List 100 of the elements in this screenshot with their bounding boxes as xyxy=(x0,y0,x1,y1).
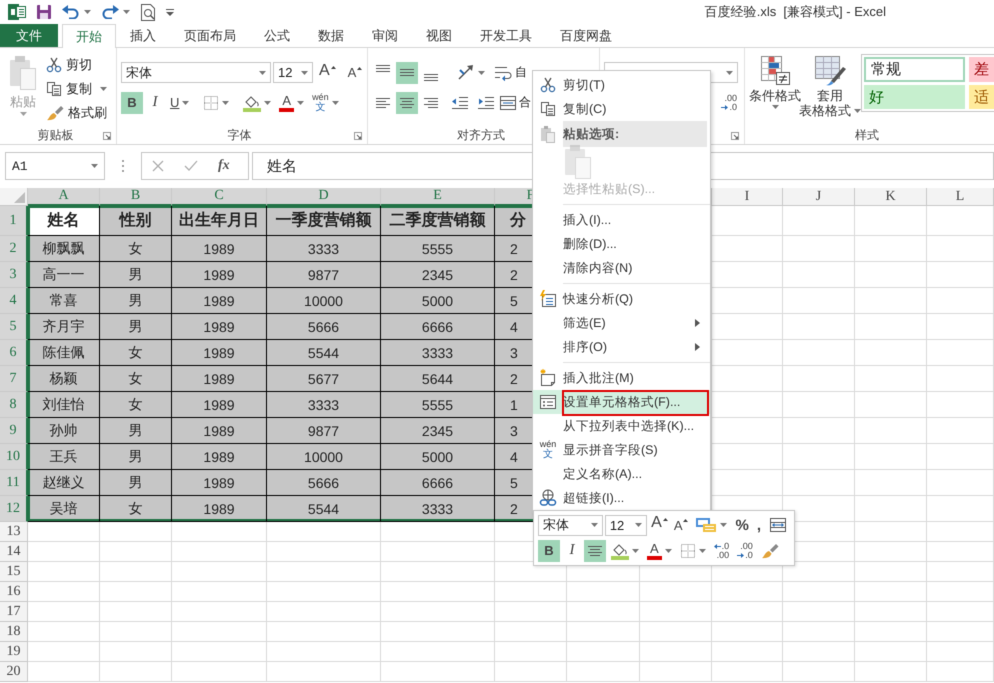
font-size-field[interactable]: 12 xyxy=(273,62,313,83)
menu-item[interactable]: 设置单元格格式(F)... xyxy=(533,390,710,414)
ribbon-tab[interactable]: 开始 xyxy=(62,24,116,48)
comma-button[interactable]: , xyxy=(754,514,764,536)
grow-font-button[interactable]: A xyxy=(317,62,338,84)
cell-style-item[interactable]: 好 xyxy=(864,85,965,109)
caret-icon[interactable] xyxy=(590,523,598,528)
caret-icon[interactable] xyxy=(720,523,728,528)
caret-icon[interactable] xyxy=(259,70,266,74)
caret-icon[interactable] xyxy=(264,100,272,104)
row-header[interactable]: 5 xyxy=(0,314,28,340)
row-header[interactable]: 6 xyxy=(0,340,28,366)
caret-icon[interactable] xyxy=(222,100,230,104)
row-header[interactable]: 10 xyxy=(0,444,28,470)
cell-style-item[interactable]: 差 xyxy=(969,57,994,82)
dialog-launcher-button[interactable] xyxy=(103,132,111,140)
underline-button[interactable]: U xyxy=(167,92,192,114)
italic-button[interactable]: I xyxy=(145,92,165,114)
menu-item[interactable]: 剪切(T) xyxy=(533,73,710,97)
row-header[interactable]: 3 xyxy=(0,262,28,288)
dialog-launcher-button[interactable] xyxy=(354,132,362,140)
row-header[interactable]: 7 xyxy=(0,366,28,392)
merge-button[interactable]: 合 xyxy=(500,92,531,114)
column-header[interactable]: L xyxy=(927,188,994,206)
column-header[interactable]: D xyxy=(267,188,381,206)
cell-style-item[interactable]: 常规 xyxy=(864,57,965,82)
dialog-launcher-button[interactable] xyxy=(731,132,739,140)
caret-icon[interactable] xyxy=(854,108,861,112)
row-header[interactable]: 16 xyxy=(0,582,28,602)
font-color-button[interactable]: A xyxy=(276,92,308,114)
ribbon-tab[interactable]: 数据 xyxy=(304,24,358,47)
row-header[interactable]: 4 xyxy=(0,288,28,314)
caret-icon[interactable] xyxy=(123,10,130,14)
caret-icon[interactable] xyxy=(664,548,672,553)
print-preview-button[interactable] xyxy=(140,3,156,21)
caret-icon[interactable] xyxy=(635,523,642,528)
caret-icon[interactable] xyxy=(297,100,304,104)
bold-button[interactable]: B xyxy=(538,540,560,562)
font-size-field[interactable]: 12 xyxy=(604,514,648,536)
grow-font-button[interactable]: A xyxy=(649,514,670,536)
caret-icon[interactable] xyxy=(632,548,639,553)
copy-button[interactable]: 复制 xyxy=(44,78,109,99)
row-header[interactable]: 19 xyxy=(0,642,28,662)
percent-button[interactable]: % xyxy=(732,514,752,536)
row-header[interactable]: 14 xyxy=(0,542,28,562)
column-header[interactable]: E xyxy=(381,188,495,206)
row-header[interactable]: 15 xyxy=(0,562,28,582)
align-middle-button[interactable] xyxy=(396,62,418,84)
column-header[interactable]: C xyxy=(172,188,267,206)
row-header[interactable]: 11 xyxy=(0,470,28,496)
row-header[interactable]: 18 xyxy=(0,622,28,642)
conditional-formatting-button[interactable]: 条件格式 xyxy=(749,54,801,109)
row-header[interactable]: 20 xyxy=(0,662,28,682)
font-name-field[interactable]: 宋体 xyxy=(538,514,603,536)
save-button[interactable] xyxy=(36,4,52,20)
ribbon-tab[interactable]: 页面布局 xyxy=(170,24,250,47)
caret-icon[interactable] xyxy=(332,100,339,104)
redo-button[interactable] xyxy=(101,5,130,19)
caret-icon[interactable] xyxy=(726,70,733,74)
format-painter-button[interactable]: 格式刷 xyxy=(44,102,109,123)
column-header[interactable]: K xyxy=(855,188,927,206)
decrease-decimal-button[interactable]: .00 .0 xyxy=(718,92,740,114)
caret-icon[interactable] xyxy=(182,100,190,104)
phonetic-button[interactable]: wén 文 xyxy=(309,92,342,114)
caret-icon[interactable] xyxy=(478,70,485,74)
caret-icon[interactable] xyxy=(84,10,91,14)
caret-icon[interactable] xyxy=(301,70,308,74)
shrink-font-button[interactable]: A xyxy=(672,514,690,536)
row-header[interactable]: 8 xyxy=(0,392,28,418)
undo-button[interactable] xyxy=(62,5,91,19)
caret-icon[interactable] xyxy=(91,164,98,168)
column-header[interactable]: A xyxy=(28,188,100,206)
row-header[interactable]: 17 xyxy=(0,602,28,622)
file-tab[interactable]: 文件 xyxy=(0,24,58,47)
name-box[interactable]: A1 xyxy=(5,152,105,180)
ribbon-tab[interactable]: 视图 xyxy=(412,24,466,47)
caret-icon[interactable] xyxy=(100,86,107,90)
ribbon-tab[interactable]: 审阅 xyxy=(358,24,412,47)
format-as-table-button[interactable]: 套用 表格格式 xyxy=(801,54,859,118)
italic-button[interactable]: I xyxy=(562,540,582,562)
row-header[interactable]: 2 xyxy=(0,236,28,262)
decrease-decimal-button[interactable]: .00 .0 xyxy=(734,540,756,562)
ribbon-tab[interactable]: 插入 xyxy=(116,24,170,47)
row-header[interactable]: 13 xyxy=(0,522,28,542)
column-header[interactable]: I xyxy=(712,188,783,206)
font-color-button[interactable]: A xyxy=(644,540,675,562)
align-center-button[interactable] xyxy=(584,540,606,562)
column-header[interactable]: J xyxy=(783,188,855,206)
row-header[interactable]: 9 xyxy=(0,418,28,444)
ribbon-tab[interactable]: 开发工具 xyxy=(466,24,546,47)
insert-function-button[interactable]: fx xyxy=(218,158,230,174)
increase-decimal-button[interactable]: .0 .00 xyxy=(710,540,732,562)
font-name-field[interactable]: 宋体 xyxy=(121,62,271,83)
menu-item[interactable]: 复制(C) xyxy=(533,97,710,121)
align-center-button[interactable] xyxy=(396,92,418,114)
ribbon-tab[interactable]: 公式 xyxy=(250,24,304,47)
caret-icon[interactable] xyxy=(698,548,706,553)
cell-style-item[interactable]: 适 xyxy=(969,85,994,109)
row-header[interactable]: 12 xyxy=(0,496,28,522)
row-header[interactable]: 1 xyxy=(0,206,28,236)
